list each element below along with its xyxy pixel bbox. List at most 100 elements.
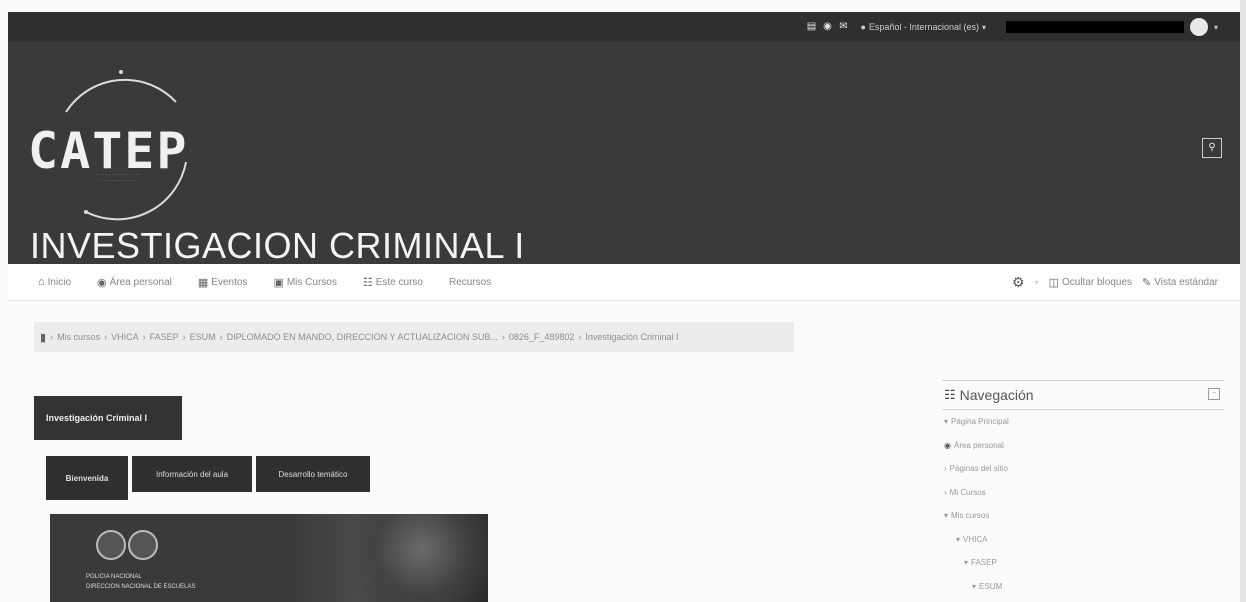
standard-view-label: Vista estándar — [1154, 276, 1218, 288]
nav-item-eventos[interactable]: ▦ Eventos — [198, 276, 248, 289]
navigation-block-title: Navegación — [959, 387, 1034, 403]
nav-label: Eventos — [211, 276, 248, 288]
chevron-down-icon[interactable]: ▾ — [1035, 278, 1039, 287]
pencil-icon: ✎ — [1142, 276, 1152, 289]
breadcrumb-item[interactable]: 0826_F_489802 — [509, 332, 575, 342]
section-title: Investigación Criminal I — [34, 396, 182, 440]
nav-label: Este curso — [375, 276, 423, 288]
top-bar: ▤ ◉ ✉ ● Español - Internacional (es) ▾ ▾ — [8, 12, 1240, 43]
expand-icon: ▾ — [956, 534, 961, 544]
top-bar-tools: ▤ ◉ ✉ ● Español - Internacional (es) ▾ ▾ — [806, 12, 1218, 42]
columns-icon: ◫ — [1048, 276, 1059, 289]
main-navbar: ⌂ Inicio ◉ Área personal ▦ Eventos ▣ Mis Cur… — [8, 264, 1240, 301]
nav-tree-label: Mi Cursos — [949, 487, 986, 497]
collapse-icon: › — [944, 487, 947, 497]
course-header: CATEP · · · · · · · · · · · · · · · · · ·… — [8, 42, 1240, 266]
nav-tree-item[interactable]: ▾ FASEP — [942, 551, 1224, 575]
nav-tree-item[interactable]: ▾ Página Principal — [942, 410, 1224, 434]
page-scrollbar[interactable] — [1240, 0, 1246, 602]
nav-item-este-curso[interactable]: ☷ Este curso — [363, 276, 423, 289]
breadcrumb-separator: › — [142, 332, 146, 342]
nav-item-recursos[interactable]: Recursos — [449, 277, 491, 288]
breadcrumb-item[interactable]: ESUM — [190, 332, 216, 342]
nav-tree-label: Páginas del sitio — [949, 464, 1008, 474]
nav-label: Área personal — [109, 276, 172, 288]
welcome-banner-image: POLICIA NACIONAL DIRECCION NACIONAL DE E… — [50, 514, 488, 602]
chevron-down-icon: ▾ — [981, 22, 986, 32]
police-seal-icon — [96, 530, 126, 560]
site-logo[interactable]: CATEP · · · · · · · · · · · · · · · · · ·… — [26, 52, 206, 222]
sitemap-icon: ☷ — [362, 276, 373, 289]
clipboard-icon[interactable]: ▤ — [806, 22, 816, 32]
navigation-tree: ▾ Página Principal ◉ Área personal › Página… — [942, 410, 1224, 598]
calendar-icon: ▦ — [197, 276, 209, 289]
sitemap-icon: ☷ — [944, 387, 956, 402]
nav-label: Recursos — [448, 276, 492, 288]
breadcrumb-separator: › — [219, 332, 223, 342]
course-title: INVESTIGACION CRIMINAL I — [30, 225, 525, 266]
nav-item-area-personal[interactable]: ◉ Área personal — [97, 276, 172, 289]
course-tabs: Bienvenida Información del aula Desarrol… — [46, 456, 370, 500]
nav-tree-label: VHICA — [963, 534, 988, 544]
nav-tree-item[interactable]: ◉ Área personal — [942, 434, 1224, 458]
globe-icon: ● — [860, 22, 866, 32]
tab-bienvenida[interactable]: Bienvenida — [46, 456, 128, 500]
breadcrumb-item[interactable]: Investigación Criminal I — [585, 332, 678, 342]
moodle-course-page: ▤ ◉ ✉ ● Español - Internacional (es) ▾ ▾… — [0, 0, 1246, 602]
dock-icon[interactable]: − — [1208, 388, 1220, 400]
redacted-user-name — [1005, 21, 1184, 33]
hide-blocks-label: Ocultar bloques — [1061, 276, 1133, 288]
banner-line-2: DIRECCION NACIONAL DE ESCUELAS — [86, 584, 196, 590]
banner-line-1: POLICIA NACIONAL — [86, 574, 142, 580]
breadcrumb-separator: › — [501, 332, 505, 342]
breadcrumb: ▮ › Mis cursos › VHICA › FASEP › ESUM › … — [34, 322, 794, 352]
breadcrumb-separator: › — [578, 332, 582, 342]
expand-icon: ▾ — [972, 581, 977, 591]
envelope-icon[interactable]: ✉ — [838, 22, 848, 32]
expand-icon: ▾ — [944, 511, 949, 521]
nav-tree-label: Área personal — [953, 440, 1004, 450]
expand-icon: ▾ — [944, 417, 949, 427]
nav-item-inicio[interactable]: ⌂ Inicio — [38, 276, 71, 288]
tab-desarrollo-tematico[interactable]: Desarrollo temático — [256, 456, 370, 492]
dashboard-icon: ◉ — [944, 440, 951, 450]
standard-view-button[interactable]: ✎ Vista estándar — [1142, 276, 1218, 289]
nav-tree-item[interactable]: ▾ Mis cursos — [942, 504, 1224, 528]
breadcrumb-item[interactable]: DIPLOMADO EN MANDO, DIRECCION Y ACTUALIZ… — [227, 332, 498, 342]
dashboard-icon: ◉ — [97, 276, 107, 289]
briefcase-icon: ▣ — [273, 276, 284, 289]
language-menu[interactable]: ● Español - Internacional (es) ▾ — [860, 22, 986, 32]
banner-background-graphic — [320, 514, 488, 602]
nav-label: Mis Cursos — [286, 276, 337, 288]
chevron-down-icon[interactable]: ▾ — [1214, 23, 1218, 32]
breadcrumb-item[interactable]: Mis cursos — [57, 332, 100, 342]
breadcrumb-separator: › — [50, 332, 54, 342]
folder-icon[interactable]: ▮ — [40, 331, 46, 344]
home-icon: ⌂ — [38, 276, 45, 288]
nav-label: Inicio — [47, 276, 72, 288]
navigation-block: ☷ Navegación − ▾ Página Principal ◉ Área p… — [942, 380, 1224, 598]
nav-tools: ⚙ ▾ ◫ Ocultar bloques ✎ Vista estándar — [1012, 264, 1218, 300]
breadcrumb-item[interactable]: FASEP — [150, 332, 179, 342]
hide-blocks-button[interactable]: ◫ Ocultar bloques — [1049, 276, 1132, 289]
expand-icon: ▾ — [964, 558, 969, 568]
nav-tree-item[interactable]: › Mi Cursos — [942, 481, 1224, 505]
nav-tree-item[interactable]: › Páginas del sitio — [942, 457, 1224, 481]
breadcrumb-separator: › — [104, 332, 108, 342]
chat-icon[interactable]: ◉ — [822, 22, 832, 32]
gear-icon[interactable]: ⚙ — [1012, 274, 1025, 291]
tab-informacion-aula[interactable]: Información del aula — [132, 456, 252, 492]
nav-menu: ⌂ Inicio ◉ Área personal ▦ Eventos ▣ Mis Cur… — [38, 264, 491, 300]
nav-tree-item[interactable]: ▾ ESUM — [942, 575, 1224, 599]
breadcrumb-item[interactable]: VHICA — [111, 332, 139, 342]
nav-tree-item[interactable]: ▾ VHICA — [942, 528, 1224, 552]
nav-tree-label: ESUM — [979, 581, 1003, 591]
avatar[interactable] — [1189, 18, 1208, 36]
nav-item-mis-cursos[interactable]: ▣ Mis Cursos — [273, 276, 336, 289]
school-seal-icon — [128, 530, 158, 560]
navigation-block-header: ☷ Navegación − — [942, 380, 1224, 410]
nav-tree-label: Página Principal — [951, 417, 1009, 427]
nav-tree-label: FASEP — [971, 558, 997, 568]
search-icon[interactable]: ⚲ — [1202, 138, 1222, 158]
language-label: Español - Internacional (es) — [868, 22, 979, 32]
